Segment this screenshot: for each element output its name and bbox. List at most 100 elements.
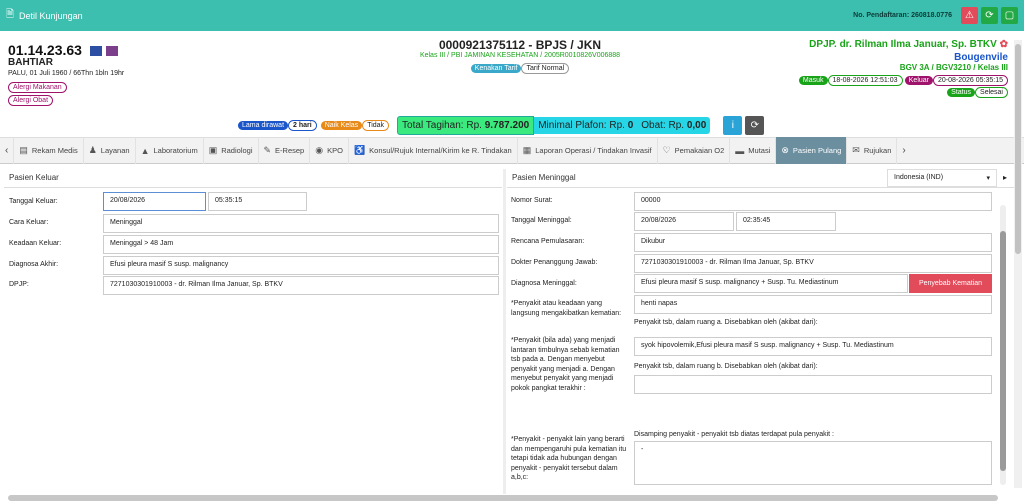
sep-number: 0000921375112 - BPJS / JKN: [438, 38, 602, 52]
refresh-button[interactable]: ⟳: [981, 7, 998, 24]
diagnosa-akhir-label: Diagnosa Akhir:: [9, 261, 59, 268]
pasien-keluar-panel: Pasien Keluar Tanggal Keluar: 20/08/2026…: [4, 169, 502, 494]
keluar-label: Keluar: [904, 76, 933, 85]
document-icon: 🗎: [6, 9, 15, 20]
q2-input[interactable]: syok hipovolemik,Efusi pleura masif S su…: [634, 337, 992, 356]
admission-dates: Masuk 18-08-2026 12:51:03 Keluar 20-08-202…: [798, 75, 1008, 86]
obat-total: Obat: Rp. 0,00: [637, 117, 711, 134]
tab-laporan-operasi[interactable]: ▦ Laporan Operasi / Tindakan Invasif: [518, 137, 658, 164]
panel-splitter[interactable]: [503, 169, 506, 494]
scrollbar-thumb[interactable]: [1000, 231, 1006, 471]
status-row: Status Selesai: [947, 87, 1008, 98]
tab-rujukan[interactable]: ✉ Rujukan: [847, 137, 898, 164]
q4-textarea[interactable]: -: [634, 441, 992, 485]
bed-icon: ▬: [735, 145, 745, 156]
allergy-drug-badge[interactable]: Alergi Obat: [8, 95, 54, 106]
keadaan-keluar-label: Keadaan Keluar:: [9, 240, 62, 247]
chevron-left-icon: ‹: [5, 145, 9, 156]
tab-mutasi[interactable]: ▬ Mutasi: [730, 137, 777, 164]
tab-kpo[interactable]: ◉ KPO: [310, 137, 349, 164]
title-bar: 🗎 Detil Kunjungan No. Pendaftaran: 26081…: [0, 0, 1024, 31]
q2-label: *Penyakit (bila ada) yang menjadi lantar…: [511, 337, 620, 392]
minimal-plafon: Minimal Plafon: Rp. 0: [534, 117, 638, 134]
diagnosa-meninggal-label: Diagnosa Meninggal:: [511, 280, 577, 287]
window-title: Detil Kunjungan: [19, 10, 83, 21]
flask-icon: ▲: [140, 145, 150, 156]
bed-info: BGV 3A / BGV3210 / Kelas III: [899, 63, 1008, 72]
caret-down-icon: ▾: [986, 175, 990, 182]
tabs-scroll-right[interactable]: ›: [897, 137, 910, 164]
info-icon: i: [731, 120, 734, 131]
panel-title: Pasien Keluar: [4, 169, 502, 188]
keadaan-keluar-select[interactable]: Meninggal > 48 Jam: [103, 235, 499, 254]
cara-keluar-label: Cara Keluar:: [9, 219, 49, 226]
card-icon[interactable]: [89, 46, 102, 57]
allergy-food-badge[interactable]: Alergi Makanan: [8, 82, 67, 93]
pasien-meninggal-panel: Pasien Meninggal Indonesia (IND) ▾ ▸ Nomo…: [507, 169, 1015, 494]
dpjp-name: DPJP. dr. Rilman Ilma Januar, Sp. BTKV ✿: [809, 39, 1008, 50]
tab-konsul[interactable]: ♿ Konsul/Rujuk Internal/Kirim ke R. Tinda…: [349, 137, 518, 164]
tab-pasien-pulang[interactable]: ⊗ Pasien Pulang: [776, 137, 848, 164]
q1-label: *Penyakit atau keadaan yang langsung men…: [511, 300, 622, 317]
tab-pemakaian-o2[interactable]: ♡ Pemakaian O2: [658, 137, 731, 164]
maximize-button[interactable]: ▢: [1001, 7, 1018, 24]
document-icon: ▤: [19, 145, 28, 155]
tarif-normal-badge: Tarif Normal: [521, 63, 570, 74]
tab-radiologi[interactable]: ▣ Radiologi: [204, 137, 259, 164]
pen-icon: ✎: [263, 145, 272, 155]
total-tagihan: Total Tagihan: Rp. 9.787.200: [397, 116, 535, 135]
doctor-icon: ✿: [999, 39, 1008, 50]
jam-keluar-input[interactable]: 05:35:15: [208, 192, 307, 211]
mail-icon: ✉: [852, 145, 860, 155]
rencana-pemulasaran-select[interactable]: Dikubur: [634, 233, 992, 252]
jam-meninggal-input[interactable]: 02:35:45: [736, 212, 836, 231]
dokter-penanggung-jawab-select[interactable]: 7271030301910003 - dr. Rilman Ilma Janua…: [634, 254, 992, 273]
dpjp-select[interactable]: 7271030301910003 - dr. Rilman Ilma Janua…: [103, 276, 499, 295]
tab-laboratorium[interactable]: ▲ Laboratorium: [136, 137, 204, 164]
cara-keluar-select[interactable]: Meninggal: [103, 214, 499, 233]
q2-caption: Penyakit tsb, dalam ruang a. Disebabkan …: [634, 319, 818, 326]
tanggal-meninggal-label: Tanggal Meninggal:: [511, 217, 572, 224]
kenakan-tarif-badge[interactable]: Kenakan Tarif: [470, 64, 522, 73]
tab-e-resep[interactable]: ✎ E-Resep: [259, 137, 311, 164]
lama-dirawat-value: 2 hari: [288, 120, 317, 131]
q3-caption: Penyakit tsb, dalam ruang b. Disebabkan …: [634, 363, 818, 370]
radiology-icon: ▣: [208, 145, 218, 155]
users-icon: ♟: [88, 145, 97, 155]
dpjp-label: DPJP:: [9, 281, 29, 288]
diagnosa-meninggal-input[interactable]: Efusi pleura masif S susp. malignancy + …: [634, 274, 908, 293]
status-value: Selesai: [975, 87, 1008, 98]
tabs-scroll-left[interactable]: ‹: [0, 137, 15, 164]
dokter-penanggung-jawab-label: Dokter Penanggung Jawab:: [511, 259, 598, 266]
tab-rekam-medis[interactable]: ▤ Rekam Medis: [14, 137, 84, 164]
kelas-info: Kelas III / PBI JAMINAN KESEHATAN / 2005…: [419, 52, 621, 59]
page-scrollbar-thumb[interactable]: [1015, 44, 1021, 254]
patient-name: BAHTIAR: [8, 57, 53, 68]
edit-icon[interactable]: [105, 46, 118, 57]
horizontal-scrollbar[interactable]: [8, 495, 998, 501]
pills-icon: ◉: [315, 145, 324, 155]
right-panel-scrollbar[interactable]: [1000, 205, 1006, 485]
rencana-pemulasaran-label: Rencana Pemulasaran:: [511, 238, 585, 245]
tanggal-keluar-input[interactable]: 20/08/2026: [103, 192, 206, 211]
q1-input[interactable]: henti napas: [634, 295, 992, 314]
report-icon: ▦: [522, 145, 532, 155]
caret-right-icon[interactable]: ▸: [1003, 173, 1007, 182]
masuk-label: Masuk: [798, 76, 828, 85]
diagnosa-akhir-input[interactable]: Efusi pleura masif S susp. malignancy: [103, 256, 499, 275]
ward-name: Bougenvile: [954, 52, 1008, 63]
disconnect-button[interactable]: ⚠: [961, 7, 978, 24]
penyebab-kematian-button[interactable]: Penyebab Kematian: [909, 274, 992, 293]
naik-kelas-label: Naik Kelas: [320, 121, 363, 130]
refresh-icon: ⟳: [985, 10, 994, 21]
q4-label: *Penyakit - penyakit lain yang berarti d…: [511, 436, 627, 481]
patient-id: 01.14.23.63: [8, 42, 118, 58]
language-select[interactable]: Indonesia (IND) ▾: [887, 169, 997, 187]
tanggal-meninggal-input[interactable]: 20/08/2026: [634, 212, 734, 231]
nomor-surat-input[interactable]: 00000: [634, 192, 992, 211]
q3-input[interactable]: [634, 375, 992, 394]
page-scrollbar[interactable]: [1014, 40, 1022, 488]
info-button[interactable]: i: [723, 116, 743, 135]
refresh-billing-button[interactable]: ⟳: [745, 116, 765, 135]
tab-layanan[interactable]: ♟ Layanan: [84, 137, 136, 164]
